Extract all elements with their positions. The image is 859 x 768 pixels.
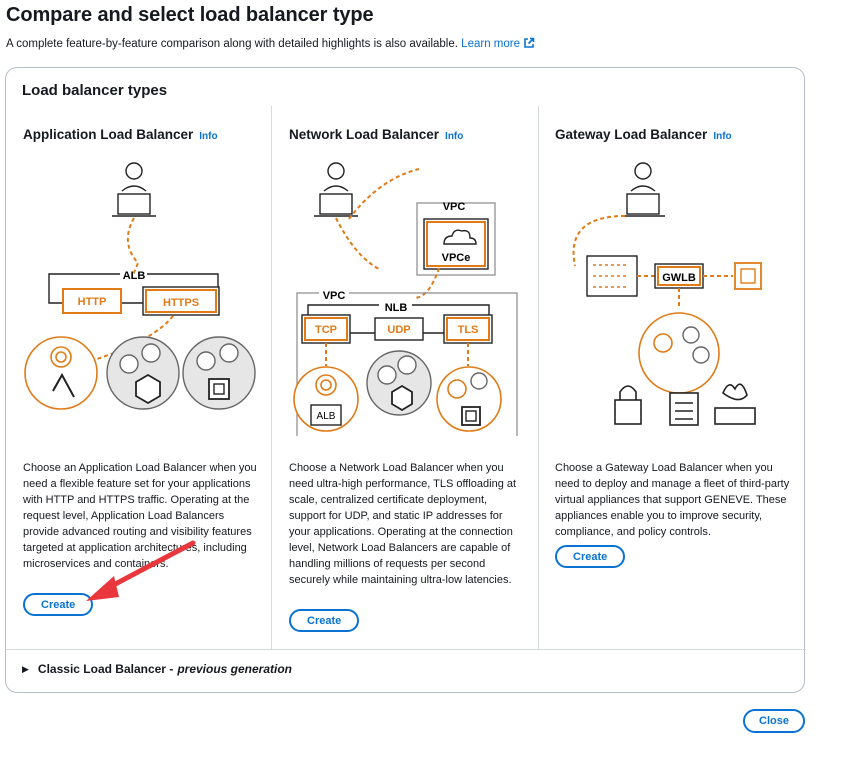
vpce-label: VPCe	[442, 252, 471, 264]
firewall-icon	[714, 383, 756, 425]
nlb-info-link[interactable]: Info	[445, 131, 463, 142]
panel-header: Load balancer types	[22, 82, 168, 99]
column-divider	[271, 106, 272, 649]
page-title: Compare and select load balancer type	[6, 4, 374, 26]
nlb-group-label: NLB	[385, 302, 408, 314]
container-icon	[135, 373, 161, 405]
instance-chip-icon	[461, 406, 481, 426]
section-divider	[6, 649, 806, 650]
alb-create-button[interactable]: Create	[23, 593, 94, 616]
page-subtitle: A complete feature-by-feature comparison…	[6, 37, 535, 50]
gwlb-label: GWLB	[662, 272, 696, 284]
instance-chip-icon	[208, 378, 230, 400]
vpc-label: VPC	[323, 290, 346, 302]
http-label: HTTP	[78, 296, 107, 308]
tcp-label: TCP	[315, 324, 337, 336]
user-icon	[621, 162, 665, 217]
nlb-create-button[interactable]: Create	[289, 609, 360, 632]
alb-diagram: ALB HTTP HTTPS	[24, 162, 256, 410]
subtitle-text: A complete feature-by-feature comparison…	[6, 38, 458, 50]
user-icon	[112, 162, 156, 217]
container-icon	[391, 384, 413, 412]
nlb-description: Choose a Network Load Balancer when you …	[289, 462, 517, 586]
gwlb-create-button[interactable]: Create	[555, 545, 626, 568]
user-icon	[314, 162, 358, 217]
tls-label: TLS	[458, 324, 479, 336]
alb-column: Application Load Balancer Info ALB HTTP H…	[23, 106, 263, 649]
lock-icon	[614, 385, 642, 425]
classic-load-balancer-toggle[interactable]: ▶ Classic Load Balancer - previous gener…	[22, 662, 292, 676]
https-label: HTTPS	[163, 297, 199, 309]
nlb-column: Network Load Balancer Info VPC VPCe VPC N…	[289, 106, 529, 649]
alb-info-link[interactable]: Info	[199, 131, 217, 142]
nlb-diagram: VPC VPCe VPC NLB TCP UDP TLS ALB	[293, 162, 518, 436]
alb-target-label: ALB	[317, 411, 336, 422]
gwlb-info-link[interactable]: Info	[713, 131, 731, 142]
column-divider	[538, 106, 539, 649]
gwlb-description: Choose a Gateway Load Balancer when you …	[555, 462, 790, 538]
checklist-icon	[669, 392, 699, 426]
learn-more-link[interactable]: Learn more	[461, 37, 535, 50]
caret-right-icon: ▶	[22, 663, 29, 674]
alb-title: Application Load Balancer Info	[23, 127, 218, 142]
gwlb-diagram: GWLB	[572, 162, 762, 426]
external-link-icon	[524, 37, 535, 48]
alb-description: Choose an Application Load Balancer when…	[23, 462, 257, 570]
alb-group-label: ALB	[123, 270, 146, 282]
classic-label: Classic Load Balancer -	[37, 662, 174, 676]
outer-vpc-label: VPC	[443, 201, 466, 213]
appliance-chip-icon	[734, 262, 762, 290]
classic-note: previous generation	[177, 662, 293, 676]
gwlb-title: Gateway Load Balancer Info	[555, 127, 732, 142]
load-balancer-types-panel: Load balancer types Application Load Bal…	[5, 67, 806, 693]
udp-label: UDP	[387, 324, 410, 336]
gwlb-column: Gateway Load Balancer Info GWLB Choose a…	[555, 106, 795, 649]
nlb-title: Network Load Balancer Info	[289, 127, 464, 142]
close-button[interactable]: Close	[743, 709, 805, 733]
